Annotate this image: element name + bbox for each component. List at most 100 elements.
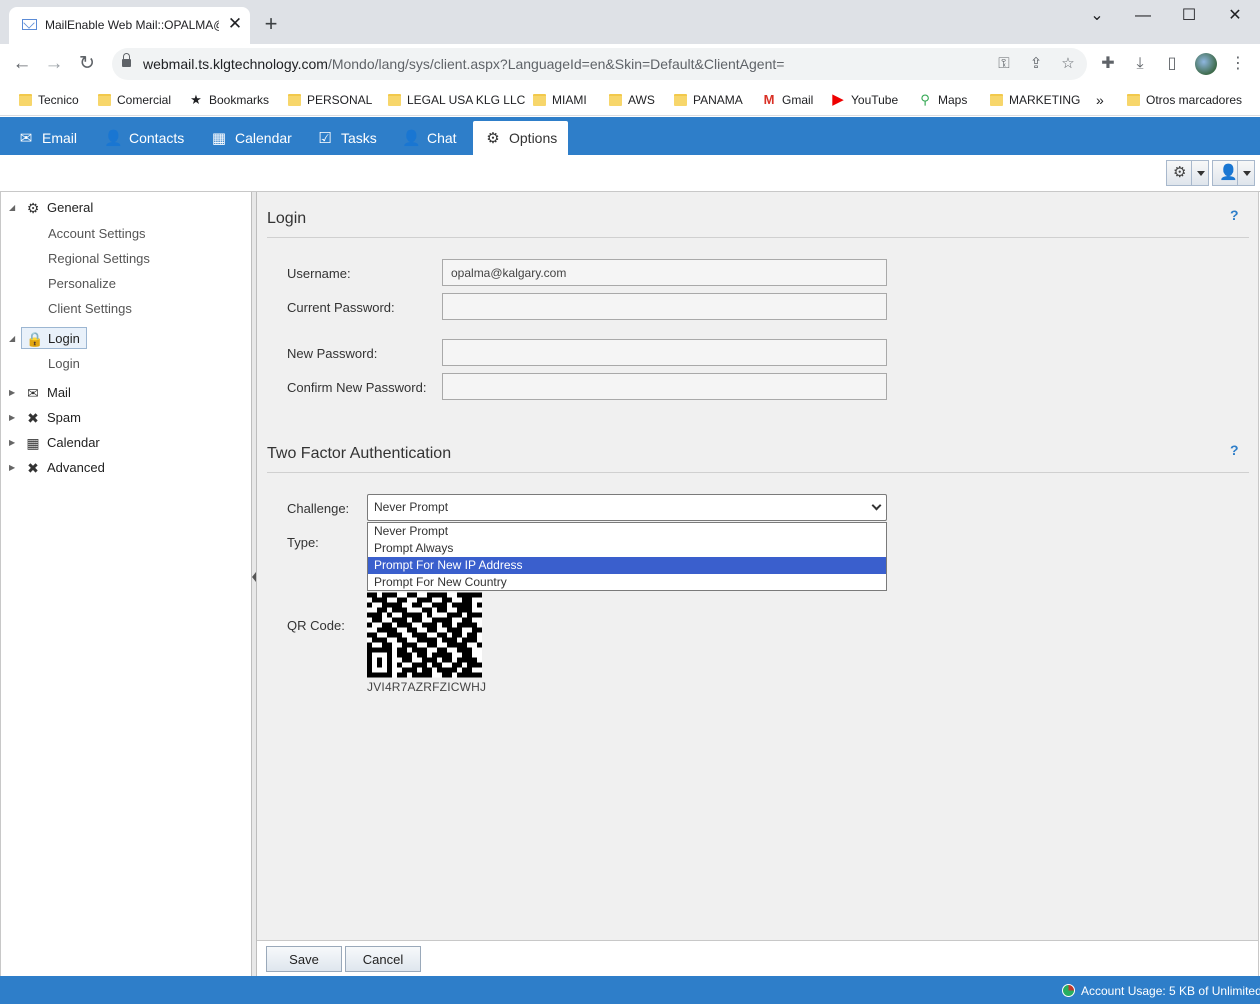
lock-icon: 🔒 [26,331,44,347]
folder-icon [674,94,687,106]
settings-menu-button[interactable]: ⚙ [1166,160,1209,186]
cancel-button[interactable]: Cancel [345,946,421,972]
sidebar-item-login[interactable]: 🔒 Login [21,327,87,349]
folder-icon [19,94,32,106]
challenge-select[interactable]: Never Prompt [367,494,887,521]
folder-icon [1127,94,1140,106]
back-button[interactable]: ← [10,52,34,76]
tab-email[interactable]: ✉ Email [17,121,77,155]
other-bookmarks[interactable]: Otros marcadores [1127,91,1242,109]
action-bar: Save Cancel [257,940,1259,976]
person-icon: 👤 [104,130,123,147]
tools-icon: ✖ [27,410,39,426]
challenge-option[interactable]: Prompt For New Country [368,574,886,591]
tab-options[interactable]: ⚙ Options [473,121,569,155]
username-field[interactable] [442,259,887,286]
collapsed-arrow-icon[interactable]: ▶ [9,407,17,429]
chat-person-icon: 👤 [402,130,421,147]
youtube-icon: ▶ [832,91,844,108]
bookmark-folder[interactable]: LEGAL USA KLG LLC [388,91,525,109]
bookmark-folder[interactable]: ★ Bookmarks [189,91,269,109]
folder-icon [990,94,1003,106]
envelope-icon: ✉ [19,130,33,147]
qr-code-label: QR Code: [287,618,345,633]
options-sidebar: ◢ ⚙ General Account Settings Regional Se… [0,192,251,976]
forward-button[interactable]: → [42,52,66,76]
sidebar-item-client-settings[interactable]: Client Settings [48,299,132,319]
current-password-label: Current Password: [287,300,395,315]
collapsed-arrow-icon[interactable]: ▶ [9,432,17,454]
bookmark-folder[interactable]: AWS [609,91,655,109]
chevron-down-icon[interactable]: ⌄ [1074,4,1120,28]
bookmark-folder[interactable]: MIAMI [533,91,587,109]
bookmark-folder[interactable]: PANAMA [674,91,743,109]
sidebar-item-login-sub[interactable]: Login [48,354,80,374]
close-window-button[interactable]: ✕ [1212,4,1258,28]
close-tab-icon[interactable]: ✕ [226,15,244,33]
star-icon[interactable]: ☆ [1058,54,1078,74]
bookmark-link[interactable]: ▶ YouTube [831,91,898,109]
envelope-icon: ✉ [27,385,39,401]
app-navigation: ✉ Email 👤 Contacts ▦ Calendar ☑ Tasks 👤 Chat … [0,117,1260,155]
sidebar-item-personalize[interactable]: Personalize [48,274,116,294]
tab-contacts[interactable]: 👤 Contacts [104,121,184,155]
confirm-password-field[interactable] [442,373,887,400]
expanded-arrow-icon[interactable]: ◢ [9,197,17,219]
bookmarks-bar: Tecnico Comercial ★ Bookmarks PERSONAL LE… [0,84,1260,116]
current-password-field[interactable] [442,293,887,320]
caret-down-icon [1197,171,1205,176]
url-text[interactable]: webmail.ts.klgtechnology.com/Mondo/lang/… [143,56,784,72]
bookmark-link[interactable]: ⚲ Maps [918,91,967,109]
bookmark-folder[interactable]: MARKETING [990,91,1080,109]
section-title-login: Login [267,210,307,227]
challenge-selected-value: Never Prompt [374,500,449,514]
collapsed-arrow-icon[interactable]: ▶ [9,457,17,479]
sidebar-item-account-settings[interactable]: Account Settings [48,224,146,244]
expanded-arrow-icon[interactable]: ◢ [1,328,17,350]
bookmark-folder[interactable]: Tecnico [19,91,79,109]
extensions-icon[interactable]: ✚ [1098,54,1118,74]
challenge-option[interactable]: Never Prompt [368,523,886,540]
save-button[interactable]: Save [266,946,342,972]
section-divider [267,472,1249,473]
collapse-arrow-icon[interactable] [252,572,256,582]
new-password-field[interactable] [442,339,887,366]
user-menu-button[interactable]: 👤 [1212,160,1255,186]
app-subtoolbar: ⚙ 👤 [0,155,1260,192]
bookmark-folder[interactable]: PERSONAL [288,91,372,109]
menu-icon[interactable]: ⋮ [1228,54,1248,74]
options-content: Login ? Username: Current Password: New … [257,192,1259,940]
tab-tasks[interactable]: ☑ Tasks [316,121,377,155]
calendar-icon: ▦ [211,130,227,147]
help-icon[interactable]: ? [1230,442,1239,458]
user-icon: 👤 [1219,164,1238,181]
chevron-down-icon [871,500,882,511]
reload-button[interactable]: ↻ [75,52,99,76]
minimize-button[interactable]: — [1120,4,1166,28]
new-tab-button[interactable]: + [260,13,282,35]
folder-icon [98,94,111,106]
browser-tab[interactable]: MailEnable Web Mail::OPALMA@ ✕ [9,7,250,44]
download-icon[interactable]: ⤓ [1130,54,1150,74]
maps-pin-icon: ⚲ [920,92,930,107]
share-icon[interactable]: ⇪ [1026,54,1046,74]
collapsed-arrow-icon[interactable]: ▶ [9,382,17,404]
bookmarks-overflow-button[interactable]: » [1096,91,1104,109]
key-icon[interactable]: ⚿ [994,54,1014,74]
address-bar[interactable]: webmail.ts.klgtechnology.com/Mondo/lang/… [112,48,1087,80]
lock-icon [122,53,131,67]
help-icon[interactable]: ? [1230,207,1239,223]
challenge-option-highlighted[interactable]: Prompt For New IP Address [368,557,886,574]
tab-chat[interactable]: 👤 Chat [402,121,457,155]
tab-calendar[interactable]: ▦ Calendar [210,121,292,155]
profile-avatar[interactable] [1195,53,1217,75]
calendar-icon: ▦ [26,435,40,451]
side-panel-icon[interactable]: ▯ [1162,54,1182,74]
status-bar: Account Usage: 5 KB of Unlimited [0,976,1260,1004]
account-usage-text: Account Usage: 5 KB of Unlimited [1081,984,1260,998]
bookmark-link[interactable]: M Gmail [762,91,814,109]
challenge-option[interactable]: Prompt Always [368,540,886,557]
maximize-button[interactable]: ☐ [1166,4,1212,28]
sidebar-item-regional-settings[interactable]: Regional Settings [48,249,150,269]
bookmark-folder[interactable]: Comercial [98,91,171,109]
